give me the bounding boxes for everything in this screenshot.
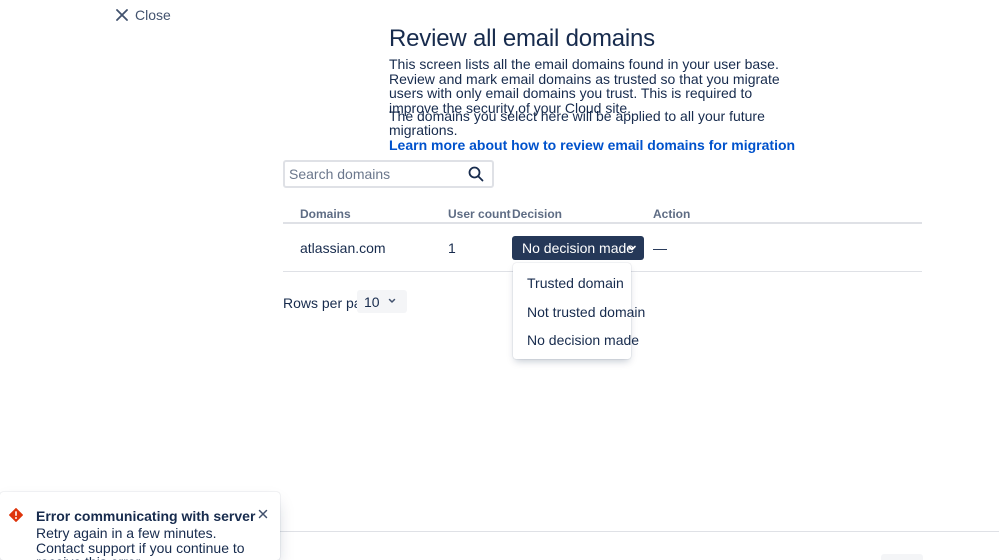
menu-item-trusted-domain[interactable]: Trusted domain — [513, 269, 631, 298]
error-flag-body: Retry again in a few minutes. Contact su… — [36, 525, 245, 560]
error-flag-title: Error communicating with server — [36, 508, 256, 524]
close-icon — [116, 9, 128, 21]
error-icon — [9, 508, 23, 522]
error-flag: Error communicating with server Retry ag… — [0, 492, 280, 560]
search-input[interactable] — [285, 166, 466, 182]
learn-more-link[interactable]: Learn more about how to review email dom… — [389, 137, 799, 152]
column-header-domains[interactable]: Domains — [300, 207, 351, 221]
action-cell: — — [653, 240, 667, 256]
decision-menu: Trusted domain Not trusted domain No dec… — [513, 263, 645, 359]
close-button[interactable]: Close — [115, 7, 171, 23]
rows-per-page-select[interactable]: 10 — [357, 290, 407, 313]
close-icon[interactable] — [258, 509, 268, 519]
user-count-cell: 1 — [448, 240, 456, 256]
column-header-decision: Decision — [512, 207, 563, 221]
search-icon[interactable] — [466, 164, 486, 184]
decision-value: No decision made — [522, 240, 635, 256]
chevron-down-icon — [388, 298, 396, 303]
domain-cell: atlassian.com — [300, 240, 386, 256]
chevron-down-icon — [628, 245, 636, 251]
column-header-action: Action — [653, 207, 691, 221]
table-header: Domains User count Decision Action — [283, 205, 922, 224]
menu-item-not-trusted-domain[interactable]: Not trusted domain — [513, 298, 645, 327]
page-description: This screen lists all the email domains … — [389, 56, 780, 117]
page-note: The domains you select here will be appl… — [389, 108, 765, 139]
rows-per-page-value: 10 — [364, 293, 380, 310]
page-title: Review all email domains — [389, 25, 655, 52]
footer-button[interactable] — [881, 554, 923, 560]
decision-dropdown-button[interactable]: No decision made — [512, 236, 644, 260]
page-note-block: The domains you select here will be appl… — [389, 108, 799, 153]
column-header-user-count[interactable]: User count — [448, 207, 511, 221]
close-label: Close — [135, 7, 171, 23]
menu-item-no-decision-made[interactable]: No decision made — [513, 326, 639, 355]
search-field — [283, 160, 494, 188]
